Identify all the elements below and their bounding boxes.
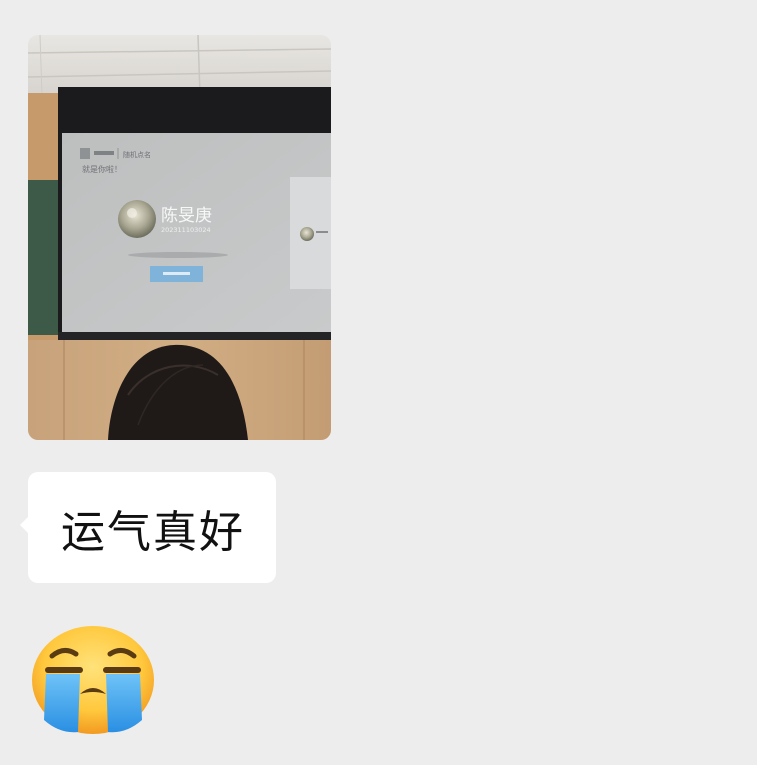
slide-header-text: 随机点名: [123, 150, 151, 159]
slide-subtitle-text: 就是你啦！: [82, 164, 122, 174]
chat-message-list: 随机点名 就是你啦！ 陈旻庚 202311103024 运气真好: [0, 0, 757, 765]
crying-face-icon[interactable]: [30, 624, 156, 736]
text-message-bubble[interactable]: 运气真好: [20, 472, 276, 583]
classroom-photo: 随机点名 就是你啦！ 陈旻庚 202311103024: [28, 35, 331, 440]
image-message[interactable]: 随机点名 就是你啦！ 陈旻庚 202311103024: [28, 35, 331, 440]
student-name-text: 陈旻庚: [161, 206, 212, 226]
student-avatar: [118, 200, 156, 238]
message-text: 运气真好: [61, 506, 245, 558]
student-id-text: 202311103024: [161, 226, 211, 234]
